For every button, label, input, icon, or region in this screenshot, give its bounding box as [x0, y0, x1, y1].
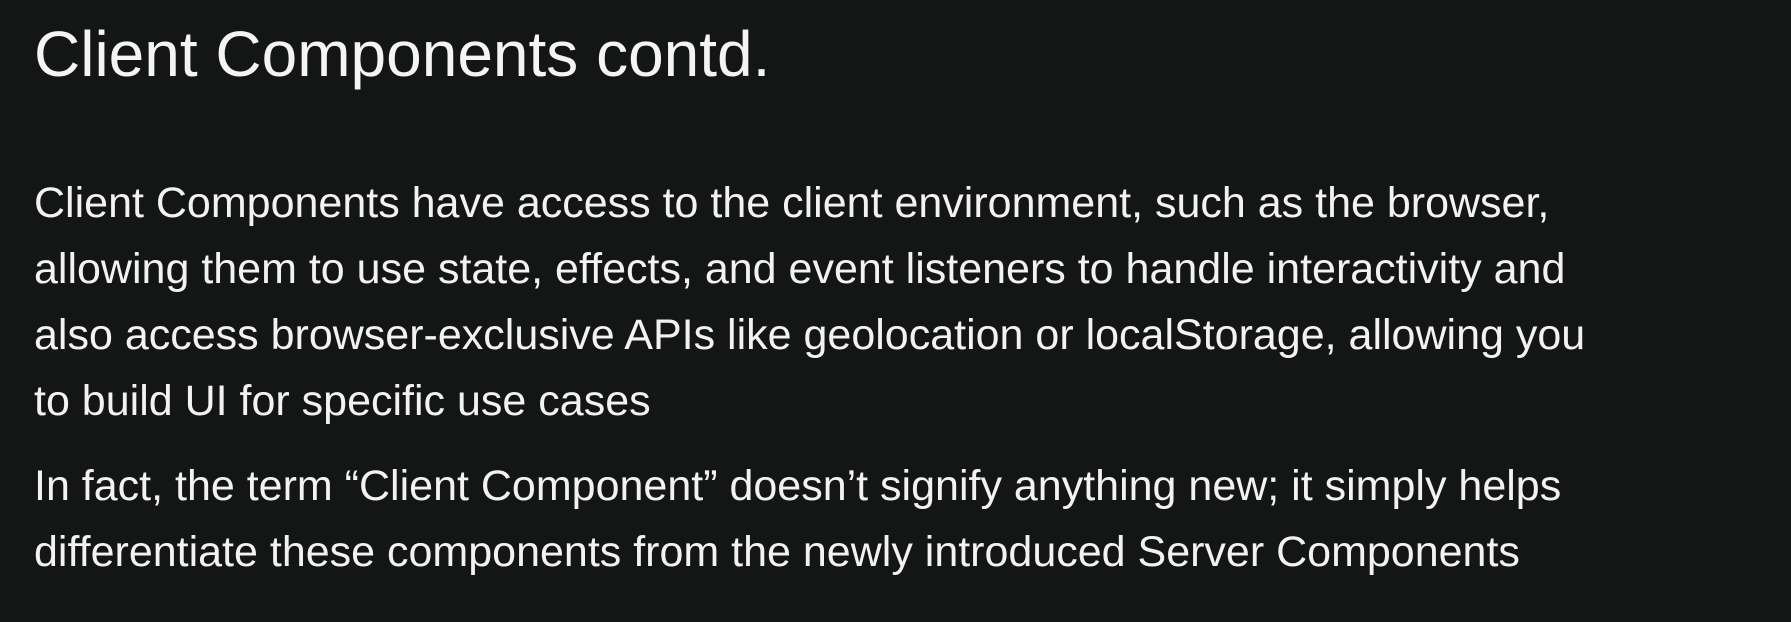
slide: Client Components contd. Client Componen…: [0, 0, 1791, 622]
paragraph-line: to build UI for specific use cases: [34, 377, 651, 425]
paragraph-client-access: Client Components have access to the cli…: [34, 170, 1757, 434]
paragraph-term-meaning: In fact, the term “Client Component” doe…: [34, 453, 1757, 585]
paragraph-line: differentiate these components from the …: [34, 528, 1520, 576]
paragraph-line: also access browser-exclusive APIs like …: [34, 311, 1586, 359]
paragraph-line: In fact, the term “Client Component” doe…: [34, 462, 1562, 510]
paragraph-line: allowing them to use state, effects, and…: [34, 245, 1566, 293]
slide-body: Client Components have access to the cli…: [34, 170, 1757, 585]
paragraph-line: Client Components have access to the cli…: [34, 179, 1550, 227]
slide-title: Client Components contd.: [34, 18, 771, 90]
